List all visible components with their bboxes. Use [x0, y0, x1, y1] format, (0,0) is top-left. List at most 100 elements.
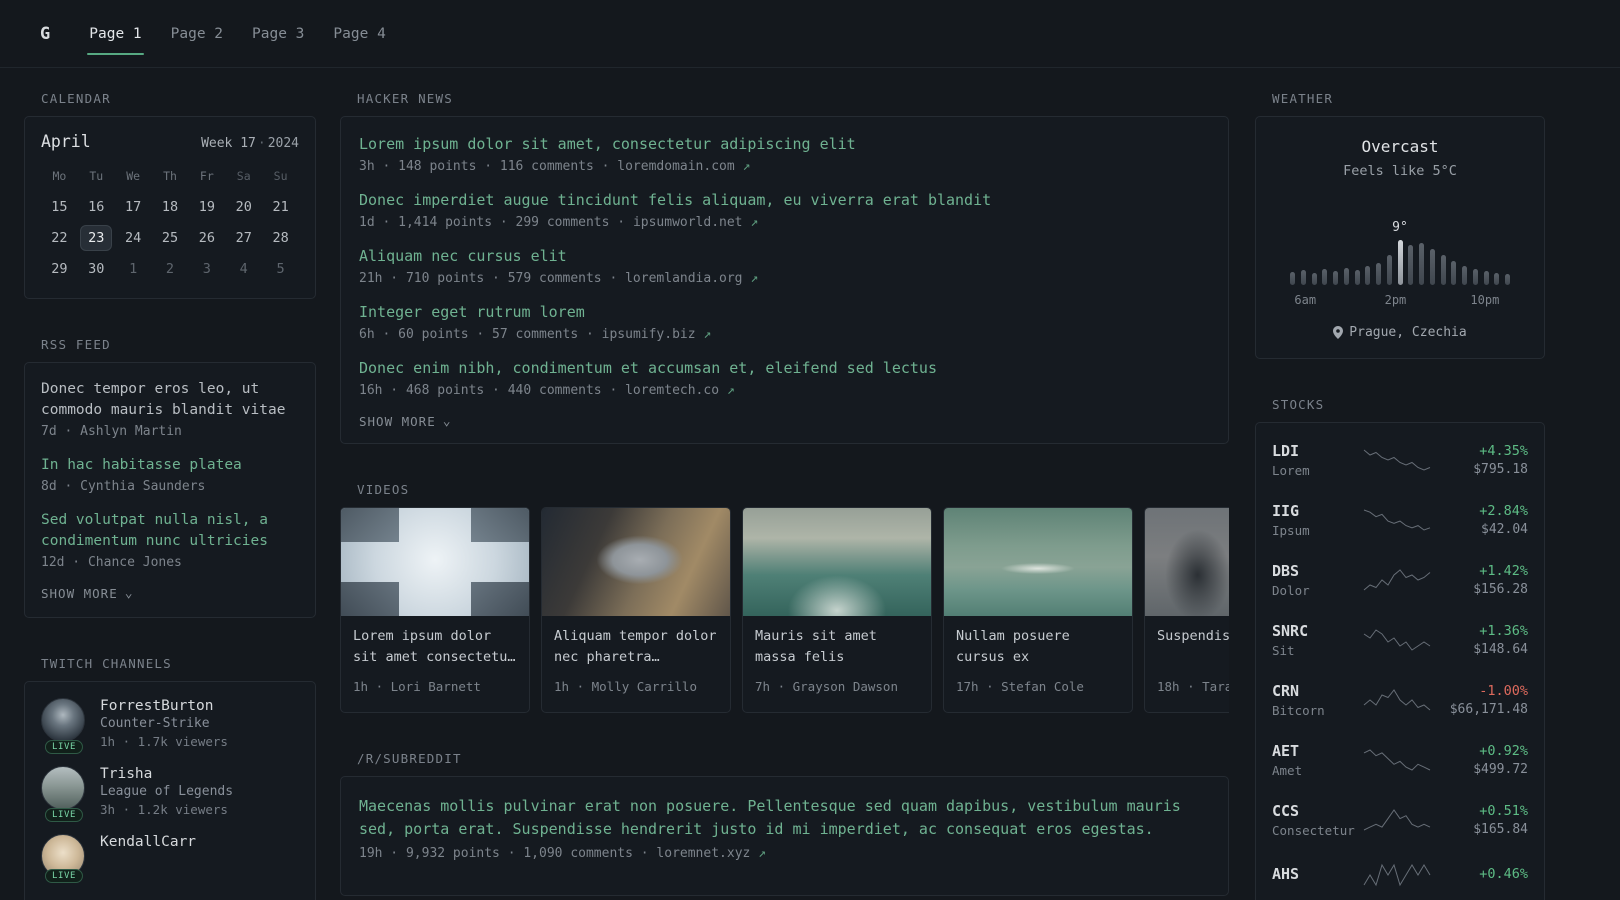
post-meta-text: 21h · 710 points · 579 comments · — [359, 271, 626, 286]
post-title[interactable]: Integer eget rutrum lorem — [359, 302, 1210, 323]
calendar-day: 25 — [161, 230, 179, 246]
twitch-channel[interactable]: LIVE Trisha League of Legends 3h · 1.2k vie… — [41, 766, 299, 823]
stock-sparkline — [1360, 567, 1434, 593]
post-domain-link[interactable]: loremdomain.com — [617, 159, 742, 174]
video-card[interactable]: Mauris sit amet massa felis 7h · Grayson … — [742, 507, 932, 713]
post-domain-link[interactable]: loremlandia.org — [625, 271, 750, 286]
video-title[interactable]: Aliquam tempor dolor nec pharetra… — [554, 626, 718, 670]
post-domain-link[interactable]: loremtech.co — [625, 383, 727, 398]
stock-row[interactable]: CRN Bitcorn -1.00% $66,171.48 — [1272, 670, 1528, 730]
chevron-down-icon: ⌄ — [124, 586, 134, 602]
weather-bar — [1376, 263, 1381, 285]
stock-name: Ipsum — [1272, 523, 1310, 538]
calendar-day: 26 — [198, 230, 215, 246]
twitch-avatar-wrap: LIVE — [41, 834, 87, 884]
calendar-day: 15 — [51, 199, 68, 215]
post-domain-link[interactable]: ipsumworld.net — [633, 215, 750, 230]
video-thumbnail[interactable] — [1145, 508, 1229, 616]
weather-feels-like: Feels like 5°C — [1343, 163, 1457, 179]
video-title[interactable]: Lorem ipsum dolor sit amet consectetu… — [353, 626, 517, 670]
stock-row[interactable]: AET Amet +0.92% $499.72 — [1272, 730, 1528, 790]
video-thumbnail[interactable] — [542, 508, 730, 616]
twitch-channel-name[interactable]: ForrestBurton — [100, 698, 228, 714]
calendar-day: 5 — [276, 261, 285, 277]
stock-row[interactable]: AHS +0.46% — [1272, 850, 1528, 900]
twitch-avatar — [41, 698, 85, 743]
weather-bar — [1333, 271, 1338, 285]
stock-change: +0.92% — [1479, 743, 1528, 759]
rss-item-meta: 8d · Cynthia Saunders — [41, 479, 206, 495]
tab-page-1[interactable]: Page 1 — [87, 0, 145, 67]
post-title[interactable]: Lorem ipsum dolor sit amet, consectetur … — [359, 134, 1210, 155]
video-body: Aliquam tempor dolor nec pharetra… 1h · M… — [542, 616, 730, 712]
chevron-down-icon: ⌄ — [442, 414, 452, 429]
post-title[interactable]: Donec enim nibh, condimentum et accumsan… — [359, 358, 1210, 379]
video-card[interactable]: Suspendisse diam 18h · Tara — [1144, 507, 1229, 713]
tab-page-3[interactable]: Page 3 — [250, 0, 306, 67]
rss-item-meta: 12d · Chance Jones — [41, 555, 182, 571]
stock-price: $165.84 — [1473, 822, 1528, 837]
video-thumbnail[interactable] — [341, 508, 529, 616]
stock-name: Sit — [1272, 643, 1295, 658]
stock-row[interactable]: DBS Dolor +1.42% $156.28 — [1272, 550, 1528, 610]
stock-row[interactable]: SNRC Sit +1.36% $148.64 — [1272, 610, 1528, 670]
weather-bar — [1505, 274, 1510, 285]
videos-row: Lorem ipsum dolor sit amet consectetu… 1h… — [340, 507, 1229, 713]
topbar: G Page 1 Page 2 Page 3 Page 4 — [0, 0, 1620, 68]
stock-values: +0.46% — [1434, 866, 1528, 885]
weather-time-label: 10pm — [1470, 293, 1500, 307]
video-card[interactable]: Nullam posuere cursus ex 17h · Stefan Col… — [943, 507, 1133, 713]
video-title[interactable]: Nullam posuere cursus ex — [956, 626, 1120, 670]
post-domain-link[interactable]: ipsumify.biz — [602, 327, 704, 342]
rss-item-title[interactable]: Sed volutpat nulla nisl, a condimentum n… — [41, 510, 299, 552]
stock-price: $148.64 — [1473, 642, 1528, 657]
live-badge: LIVE — [44, 869, 84, 884]
calendar-section: CALENDAR April Week 17 · 2024 Mo Tu We Th Fr Sa… — [24, 91, 316, 299]
stock-row[interactable]: LDI Lorem +4.35% $795.18 — [1272, 430, 1528, 490]
stock-ticker: AET — [1272, 742, 1300, 760]
weather-bar — [1419, 243, 1424, 285]
video-card[interactable]: Aliquam tempor dolor nec pharetra… 1h · M… — [541, 507, 731, 713]
twitch-channel[interactable]: LIVE KendallCarr — [41, 834, 299, 884]
weather-bar — [1440, 255, 1446, 285]
calendar-week-year: Week 17 · 2024 — [201, 136, 299, 151]
stock-values: +1.36% $148.64 — [1434, 623, 1528, 657]
weather-chart: 9° — [1290, 211, 1510, 285]
live-badge: LIVE — [44, 740, 84, 755]
video-card[interactable]: Lorem ipsum dolor sit amet consectetu… 1h… — [340, 507, 530, 713]
stock-row[interactable]: IIG Ipsum +2.84% $42.04 — [1272, 490, 1528, 550]
post-item: Maecenas mollis pulvinar erat non posuer… — [359, 795, 1210, 861]
calendar-day: 19 — [198, 199, 215, 215]
post-domain-link[interactable]: loremnet.xyz — [656, 846, 758, 861]
twitch-channel-name[interactable]: Trisha — [100, 766, 233, 782]
tab-page-2[interactable]: Page 2 — [169, 0, 225, 67]
post-title[interactable]: Aliquam nec cursus elit — [359, 246, 1210, 267]
calendar-day: 21 — [272, 199, 289, 215]
calendar-dow-label: Sa — [236, 169, 251, 183]
post-title[interactable]: Maecenas mollis pulvinar erat non posuer… — [359, 795, 1210, 842]
post-item: Lorem ipsum dolor sit amet, consectetur … — [359, 134, 1210, 174]
video-thumbnail[interactable] — [743, 508, 931, 616]
calendar-dow-label: Mo — [52, 169, 67, 183]
stock-values: +0.92% $499.72 — [1434, 743, 1528, 777]
video-title[interactable]: Suspendisse diam — [1157, 626, 1229, 670]
stock-row[interactable]: CCS Consectetur +0.51% $165.84 — [1272, 790, 1528, 850]
hackernews-show-more-button[interactable]: SHOW MORE ⌄ — [359, 414, 1210, 429]
rss-show-more-button[interactable]: SHOW MORE ⌄ — [41, 586, 299, 601]
rss-item-title[interactable]: In hac habitasse platea — [41, 455, 299, 476]
subreddit-list: Maecenas mollis pulvinar erat non posuer… — [359, 795, 1210, 861]
tab-page-4[interactable]: Page 4 — [331, 0, 387, 67]
weather-bar — [1483, 271, 1489, 285]
video-thumbnail[interactable] — [944, 508, 1132, 616]
twitch-channel[interactable]: LIVE ForrestBurton Counter-Strike 1h · 1.7k… — [41, 698, 299, 755]
calendar-day-selected: 23 — [80, 225, 113, 251]
rss-item-title[interactable]: Donec tempor eros leo, ut commodo mauris… — [41, 379, 299, 421]
weather-card: Overcast Feels like 5°C 9° 6am 2pm 10pm Pr… — [1255, 116, 1545, 359]
stock-change: +0.51% — [1479, 803, 1528, 819]
video-body: Lorem ipsum dolor sit amet consectetu… 1h… — [341, 616, 529, 712]
stock-change: +4.35% — [1479, 443, 1528, 459]
twitch-channel-name[interactable]: KendallCarr — [100, 834, 196, 850]
video-title[interactable]: Mauris sit amet massa felis — [755, 626, 919, 670]
post-title[interactable]: Donec imperdiet augue tincidunt felis al… — [359, 190, 1210, 211]
external-link-icon: ↗ — [758, 845, 766, 861]
